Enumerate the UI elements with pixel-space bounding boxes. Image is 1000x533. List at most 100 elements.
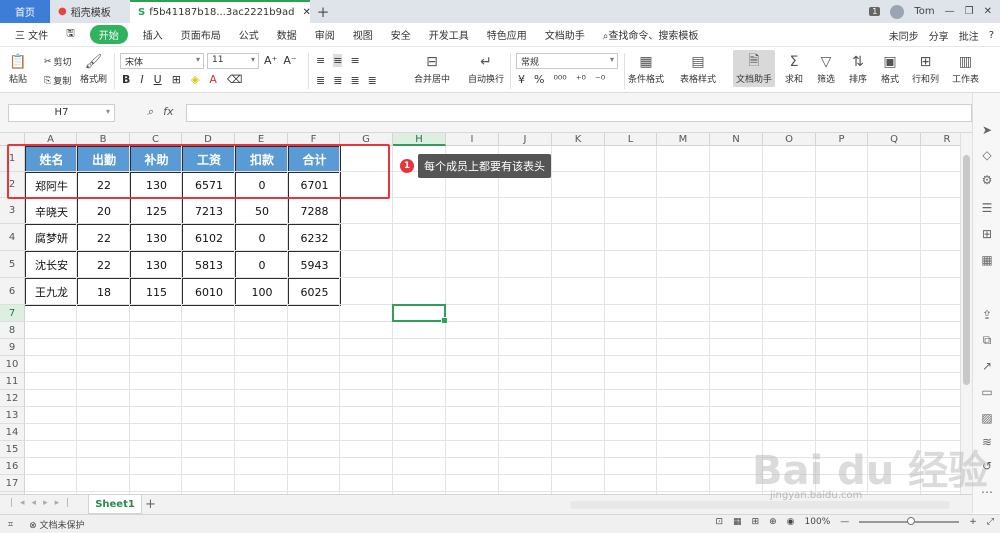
notification-badge[interactable]: 1 [869,7,881,16]
format-button[interactable]: ▣ 格式 [880,52,900,85]
row-header-15[interactable]: 15 [0,441,25,458]
backup-icon[interactable]: ⧉ [980,333,994,347]
table-cell[interactable]: 22 [77,224,131,252]
menu-start[interactable]: 开始 [89,25,128,44]
column-header-p[interactable]: P [816,133,868,146]
rows-cols-button[interactable]: ⊞ 行和列 [912,52,939,85]
table-cell[interactable]: 115 [130,278,183,306]
table-cell[interactable]: 5813 [182,251,236,279]
bold-button[interactable]: B [122,73,130,86]
conditional-format-button[interactable]: ▦ 条件格式 [628,52,664,85]
menu-features[interactable]: 特色应用 [478,27,536,42]
percent-button[interactable]: % [534,73,544,86]
menu-developer[interactable]: 开发工具 [420,27,478,42]
row-header-6[interactable]: 6 [0,278,25,305]
table-style-button[interactable]: ▤ 表格样式 [680,52,716,85]
restore-icon[interactable]: ❐ [965,6,974,17]
image-icon[interactable]: ▨ [980,411,994,425]
worksheet-button[interactable]: ▥ 工作表 [952,52,979,85]
export-icon[interactable]: ↗ [980,359,994,373]
currency-button[interactable]: ¥ [518,73,525,86]
chart-icon[interactable]: ▦ [980,253,994,267]
user-name[interactable]: Tom [914,6,934,17]
property-icon[interactable]: ☰ [980,201,994,215]
column-header-o[interactable]: O [763,133,816,146]
menu-security[interactable]: 安全 [382,27,420,42]
align-left-icon[interactable]: ≣ [316,74,325,87]
comment-button[interactable]: 批注 [959,28,979,43]
table-cell[interactable]: 20 [77,198,131,225]
align-bottom-icon[interactable]: ≡ [350,54,359,67]
filter-button[interactable]: ▽ 筛选 [816,52,836,85]
table-cell[interactable]: 100 [235,278,289,306]
sheet-tab-sheet1[interactable]: Sheet1 [88,495,142,514]
format-painter-button[interactable]: 🖌 格式刷 [80,52,107,85]
apps-icon[interactable]: ⊞ [980,227,994,241]
tab-home[interactable]: 首页 [0,0,50,23]
table-cell[interactable]: 130 [130,224,183,252]
wrap-text-button[interactable]: ↵ 自动换行 [468,52,504,85]
align-right-icon[interactable]: ≣ [350,74,359,87]
formula-input[interactable] [186,104,972,122]
row-header-11[interactable]: 11 [0,373,25,390]
zoom-out-icon[interactable]: — [840,517,849,527]
menu-data[interactable]: 数据 [268,27,306,42]
table-cell[interactable]: 130 [130,251,183,279]
align-center-icon[interactable]: ≣ [333,74,342,87]
share-panel-icon[interactable]: ⇪ [980,308,994,322]
active-cell-h7[interactable] [392,304,448,324]
fx-icon[interactable]: fx [163,105,173,119]
menu-review[interactable]: 审阅 [306,27,344,42]
cut-button[interactable]: ✂ 剪切 [44,55,72,69]
table-cell[interactable]: 6010 [182,278,236,306]
table-cell[interactable]: 22 [77,251,131,279]
fill-color-icon[interactable]: ◈ [191,73,199,86]
cursor-icon[interactable]: ➤ [980,123,994,137]
new-tab-button[interactable]: + [310,0,336,23]
table-cell[interactable]: 50 [235,198,289,225]
column-header-n[interactable]: N [710,133,763,146]
zoom-slider-knob[interactable] [907,517,916,525]
menu-view[interactable]: 视图 [344,27,382,42]
font-grow-shrink[interactable]: A⁺ A⁻ [264,54,297,67]
row-header-4[interactable]: 4 [0,224,25,251]
row-header-10[interactable]: 10 [0,356,25,373]
table-cell[interactable]: 腐梦妍 [25,224,78,252]
view-read-icon[interactable]: ⊕ [769,517,777,527]
table-cell[interactable]: 6232 [288,224,341,252]
sort-button[interactable]: ⇅ 排序 [848,52,868,85]
column-header-k[interactable]: K [552,133,605,146]
zoom-search-icon[interactable]: ⌕ [147,105,153,119]
row-header-13[interactable]: 13 [0,407,25,424]
table-cell[interactable]: 125 [130,198,183,225]
border-icon[interactable]: ⊞ [172,73,181,86]
row-header-5[interactable]: 5 [0,251,25,278]
avatar[interactable] [890,4,905,19]
view-break-icon[interactable]: ⊞ [752,517,760,527]
column-header-l[interactable]: L [605,133,657,146]
row-header-7[interactable]: 7 [0,305,25,322]
zoom-in-icon[interactable]: + [969,517,977,527]
add-sheet-button[interactable]: + [145,497,156,512]
italic-button[interactable]: I [140,73,143,86]
tab-current-file[interactable]: S f5b41187b18...3ac2221b9ad ✕ [130,0,310,23]
horizontal-scrollbar[interactable] [570,501,950,509]
font-family-select[interactable]: 宋体 [120,53,204,69]
copy-button[interactable]: ⎘ 复制 [44,74,71,88]
table-cell[interactable]: 5943 [288,251,341,279]
zoom-level[interactable]: 100% [805,517,831,527]
table-cell[interactable]: 0 [235,224,289,252]
archive-icon[interactable]: ▭ [980,385,994,399]
row-header-16[interactable]: 16 [0,458,25,475]
shapes-icon[interactable]: ◇ [980,148,994,162]
name-box[interactable]: H7 [8,104,115,122]
save-icon[interactable]: 🖫 [57,26,84,43]
row-header-14[interactable]: 14 [0,424,25,441]
macro-icon[interactable]: ⌗ [8,520,13,530]
thousands-icon[interactable]: ⁰⁰⁰ [553,73,566,86]
menu-file[interactable]: 三 文件 [6,27,57,42]
view-page-icon[interactable]: ▦ [733,517,742,527]
row-header-12[interactable]: 12 [0,390,25,407]
column-header-h[interactable]: H [393,133,446,146]
table-cell[interactable]: 6102 [182,224,236,252]
